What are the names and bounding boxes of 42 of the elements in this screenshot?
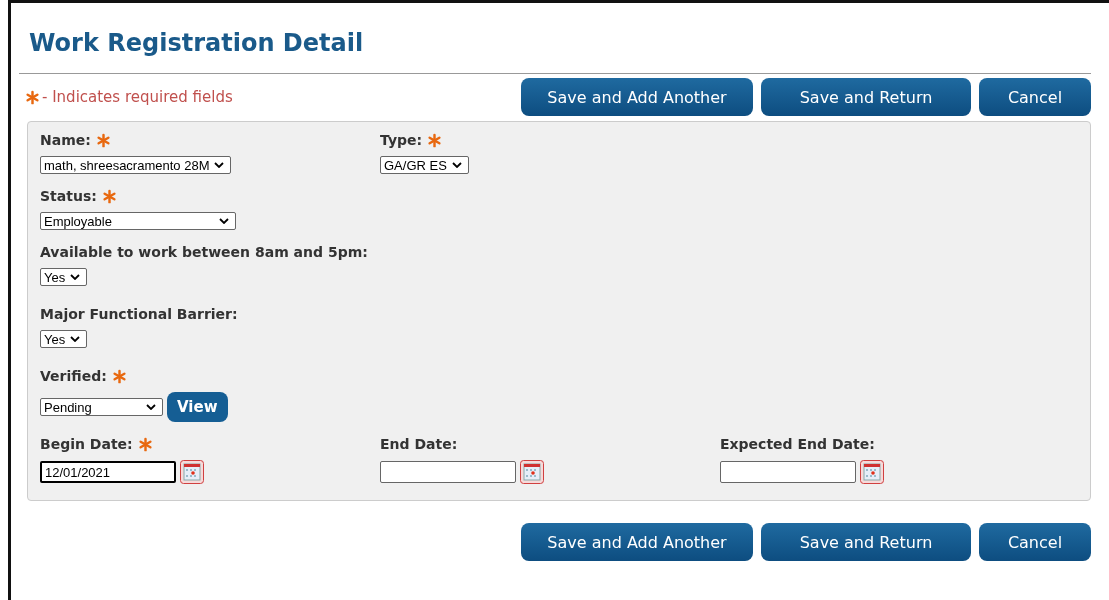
required-icon: [25, 89, 40, 105]
field-label: Major Functional Barrier:: [40, 306, 238, 322]
action-button[interactable]: Cancel: [979, 523, 1091, 561]
action-button[interactable]: Save and Return: [761, 523, 971, 561]
calendar-icon[interactable]: [520, 460, 544, 484]
field-label: Begin Date:: [40, 436, 133, 452]
action-button[interactable]: Save and Add Another: [521, 523, 753, 561]
field-label: End Date:: [380, 436, 458, 452]
field-label: Verified:: [40, 368, 107, 384]
field-label: Status:: [40, 188, 97, 204]
chevron-icon: [214, 162, 225, 168]
dropdown[interactable]: Pending: [40, 398, 163, 416]
required-icon: [101, 188, 117, 204]
chevron-icon: [70, 336, 81, 342]
chevron-icon: [146, 404, 156, 410]
action-button[interactable]: Save and Return: [761, 78, 971, 116]
dropdown[interactable]: math, shreesacramento 28M: [40, 156, 232, 174]
page-title: Work Registration Detail: [28, 28, 365, 59]
dropdown[interactable]: Employable: [40, 212, 236, 230]
action-button[interactable]: Cancel: [979, 78, 1091, 116]
chevron-icon: [451, 162, 462, 168]
required-icon: [137, 436, 153, 452]
calendar-icon[interactable]: [860, 460, 884, 484]
required-icon: [95, 132, 111, 148]
date-field[interactable]: 12/01/2021: [40, 461, 176, 483]
date-field[interactable]: [380, 461, 516, 483]
required-icon: [111, 368, 127, 384]
chevron-icon: [70, 274, 81, 280]
action-button[interactable]: Save and Add Another: [521, 78, 753, 116]
dropdown[interactable]: GA/GR ES: [380, 156, 469, 174]
required-icon: [427, 132, 443, 148]
required-note: - Indicates required fields: [42, 88, 233, 106]
chevron-icon: [219, 218, 229, 224]
field-label: Available to work between 8am and 5pm:: [40, 244, 368, 260]
view-button[interactable]: View: [167, 392, 228, 422]
dropdown[interactable]: Yes: [40, 330, 88, 348]
field-label: Type:: [380, 132, 423, 148]
dropdown[interactable]: Yes: [40, 268, 88, 286]
calendar-icon[interactable]: [180, 460, 204, 484]
date-field[interactable]: [720, 461, 856, 483]
field-label: Expected End Date:: [720, 436, 875, 452]
field-label: Name:: [40, 132, 91, 148]
